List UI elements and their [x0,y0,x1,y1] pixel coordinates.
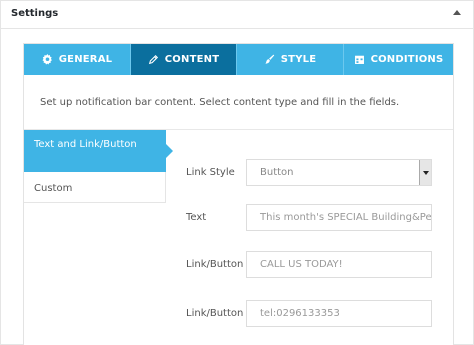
tab-bar: GENERAL CONTENT STYLE CONDITIONS [24,44,453,75]
link-button-text-value: CALL US TODAY! [260,259,343,270]
tab-conditions[interactable]: CONDITIONS [344,44,453,75]
gear-icon [42,54,53,65]
subnav-item-text-and-link-button[interactable]: Text and Link/Button [24,130,173,172]
content-description: Set up notification bar content. Select … [40,97,400,108]
settings-panel: Settings GENERAL CONTENT STYLE CONDITION… [0,0,474,345]
tab-general[interactable]: GENERAL [24,44,131,75]
panel-title: Settings [11,8,59,19]
tab-style-label: STYLE [280,54,317,65]
text-field-value: This month's SPECIAL Building&Pest [260,212,432,223]
tab-content-label: CONTENT [164,54,220,65]
tab-general-label: GENERAL [58,54,113,65]
subnav-item-custom[interactable]: Custom [24,172,166,203]
content-type-menu: Text and Link/Button Custom [24,130,173,203]
panel-header: Settings [1,1,473,29]
link-button-url-field[interactable]: tel:0296133353 [246,300,432,327]
notification-content-box: GENERAL CONTENT STYLE CONDITIONS Set up … [23,43,454,345]
subnav-item-label: Custom [34,183,73,194]
tab-conditions-label: CONDITIONS [370,54,444,65]
paint-brush-icon [264,54,275,65]
tab-content[interactable]: CONTENT [131,44,237,75]
text-label: Text [186,212,207,223]
pencil-icon [148,54,159,65]
link-style-label: Link Style [186,167,235,178]
link-style-select[interactable]: Button [246,159,432,186]
collapse-arrow-icon[interactable] [453,10,461,15]
text-field[interactable]: This month's SPECIAL Building&Pest [246,204,432,231]
link-button-url-value: tel:0296133353 [260,308,340,319]
tab-style[interactable]: STYLE [237,44,344,75]
subnav-item-label: Text and Link/Button [34,139,137,150]
link-button-text-field[interactable]: CALL US TODAY! [246,251,432,278]
link-style-value: Button [260,167,294,178]
calendar-icon [354,54,365,65]
dropdown-arrow-icon[interactable] [419,160,431,185]
